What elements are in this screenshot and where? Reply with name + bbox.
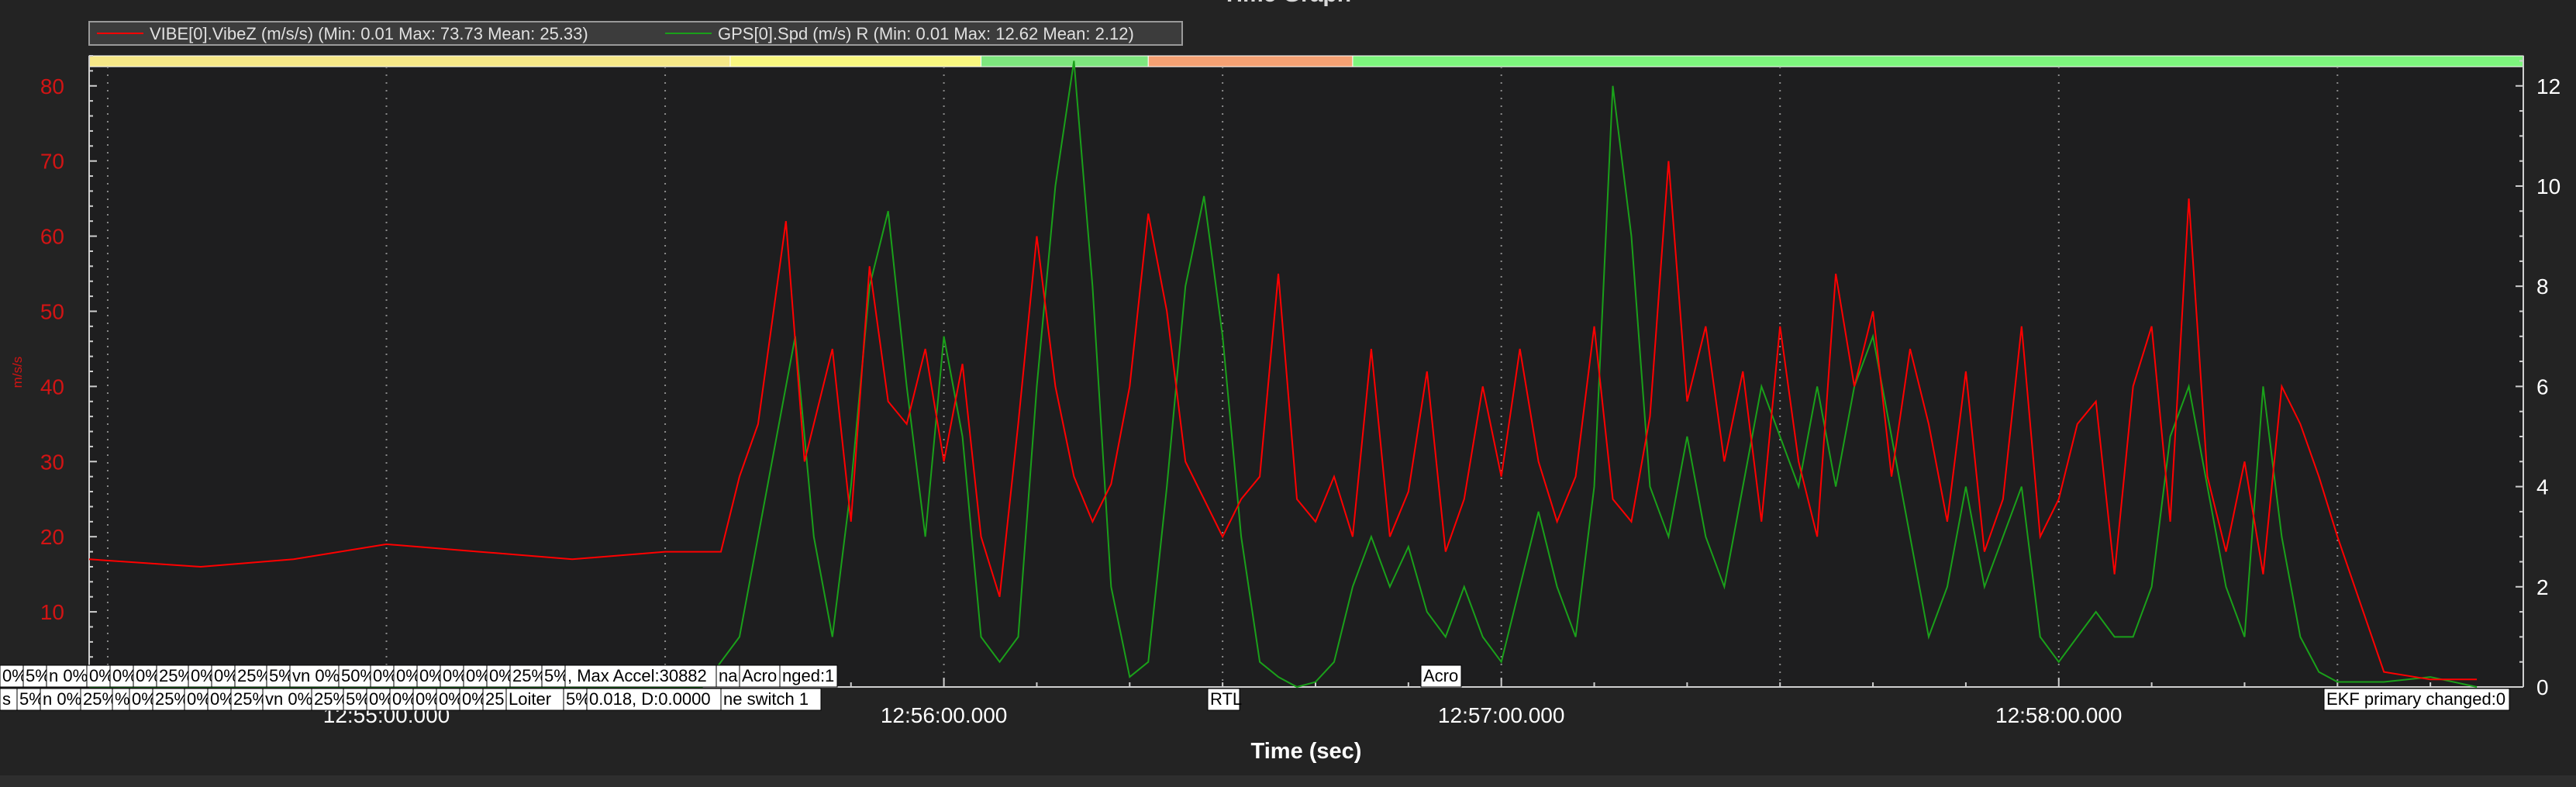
message-text: na — [719, 666, 738, 685]
message-text: , Max Accel:30882 — [567, 666, 707, 685]
message-text: 25% — [233, 689, 267, 709]
message-row-lower: s 5%n 0% 25%% 0%25%0%0%25%vn 0% 25%5%0%0%0%0… — [0, 688, 822, 711]
y-axis-label: m/s/s — [10, 357, 25, 388]
message-text: nged:1 — [782, 666, 834, 685]
y-right-tick-label: 2 — [2536, 575, 2549, 599]
message-text: 25% — [155, 689, 189, 709]
legend-label-vibe: VIBE[0].VibeZ (m/s/s) (Min: 0.01 Max: 73… — [150, 24, 588, 43]
event-message-text: RTL — [1210, 689, 1242, 709]
message-text: vn 0% — [265, 689, 312, 709]
x-tick-label: 12:56:00.000 — [881, 703, 1008, 727]
message-text: vn 0% — [292, 666, 340, 685]
y-right-tick-label: 12 — [2536, 74, 2560, 98]
mode-band — [1147, 55, 1354, 67]
mode-band — [729, 55, 982, 67]
message-text: 50% — [341, 666, 375, 685]
message-text: 25 — [485, 689, 504, 709]
y-left-tick-label: 80 — [40, 74, 64, 98]
message-text: 25% — [314, 689, 348, 709]
mode-band — [88, 55, 731, 67]
bottom-strip — [0, 775, 2576, 787]
message-text: 25% — [512, 666, 547, 685]
message-text: s — [2, 689, 11, 709]
y-left-tick-label: 60 — [40, 225, 64, 249]
message-text: 0.018, D:0.0000 — [589, 689, 711, 709]
message-text: Acro — [742, 666, 777, 685]
event-message-text: Acro — [1423, 666, 1458, 685]
y-right-tick-label: 4 — [2536, 475, 2549, 499]
x-tick-label: 12:58:00.000 — [1995, 703, 2123, 727]
message-text: n 0% — [49, 666, 88, 685]
x-tick-label: 12:57:00.000 — [1438, 703, 1565, 727]
legend-label-gps: GPS[0].Spd (m/s) R (Min: 0.01 Max: 12.62… — [718, 24, 1134, 43]
y-right-tick-label: 8 — [2536, 274, 2549, 299]
plot-area[interactable] — [89, 56, 2523, 687]
legend[interactable]: VIBE[0].VibeZ (m/s/s) (Min: 0.01 Max: 73… — [88, 21, 1183, 46]
y-left-tick-label: 70 — [40, 150, 64, 174]
y-left-tick-label: 30 — [40, 450, 64, 474]
message-text: % — [115, 689, 130, 709]
y-right-tick-label: 10 — [2536, 174, 2560, 198]
x-axis-title: Time (sec) — [1251, 739, 1362, 764]
message-row-upper: 0%5%n 0% 0%0%0%25%0%0%25%5%vn 0% 50%0%0%0%… — [0, 664, 838, 688]
message-text: 25% — [159, 666, 193, 685]
event-message-text: EKF primary changed:0 — [2326, 689, 2505, 709]
mode-band — [1352, 55, 2524, 67]
mode-band — [981, 55, 1149, 67]
y-right-tick-label: 6 — [2536, 375, 2549, 399]
y-left-tick-label: 10 — [40, 600, 64, 624]
y-left-tick-label: 40 — [40, 375, 64, 399]
y-left-tick-label: 20 — [40, 525, 64, 549]
time-graph[interactable]: Time Graph VIBE[0].VibeZ (m/s/s) (Min: 0… — [0, 0, 2576, 787]
y-right-tick-label: 0 — [2536, 675, 2549, 699]
message-text: n 0% — [43, 689, 81, 709]
graph-title: Time Graph — [1222, 0, 1351, 7]
message-text: 25% — [83, 689, 117, 709]
message-text: 25% — [237, 666, 271, 685]
flight-mode-bands — [88, 55, 2524, 67]
message-text: Loiter — [509, 689, 551, 709]
message-text: ne switch 1 — [723, 689, 809, 709]
y-left-tick-label: 50 — [40, 299, 64, 323]
